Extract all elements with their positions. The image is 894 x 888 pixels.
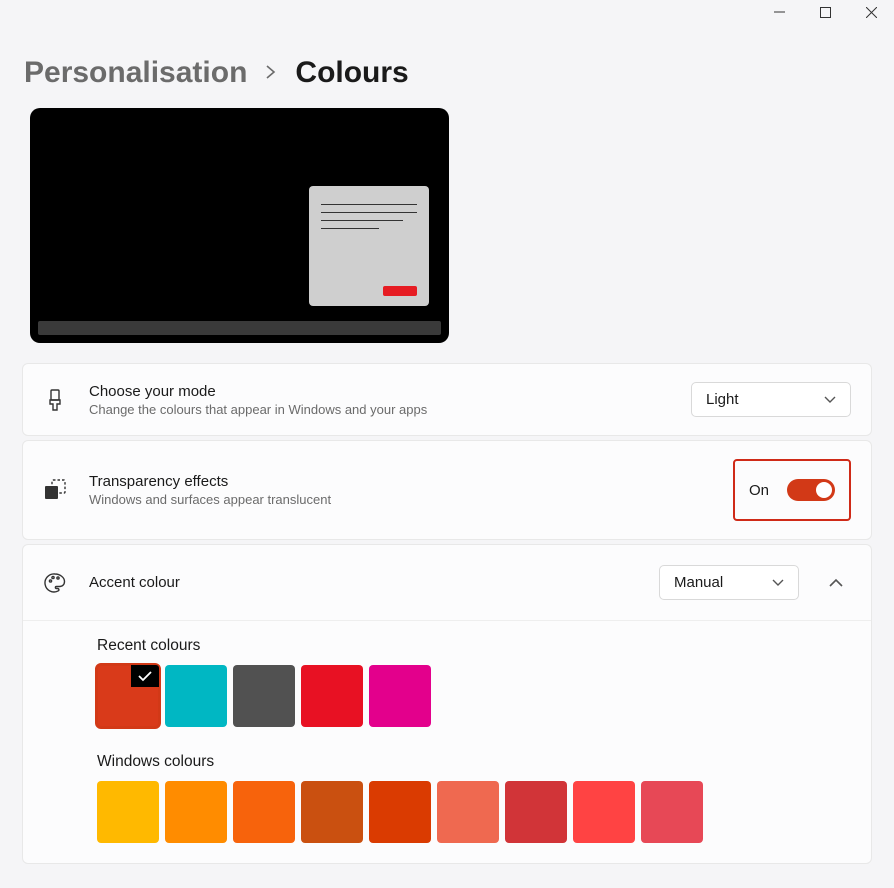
collapse-button[interactable] xyxy=(821,578,851,587)
recent-colour-swatch[interactable] xyxy=(233,665,295,727)
accent-mode-dropdown[interactable]: Manual xyxy=(659,565,799,600)
maximize-button[interactable] xyxy=(802,0,848,24)
preview-taskbar xyxy=(38,321,441,335)
mode-selected: Light xyxy=(706,391,739,408)
transparency-state-label: On xyxy=(749,482,769,499)
checkmark-icon xyxy=(131,665,159,687)
windows-colour-swatch[interactable] xyxy=(165,781,227,843)
window-titlebar xyxy=(0,0,894,32)
preview-accent-dot xyxy=(383,286,417,296)
windows-colour-swatch[interactable] xyxy=(505,781,567,843)
recent-colour-swatch[interactable] xyxy=(97,665,159,727)
windows-colour-swatch[interactable] xyxy=(573,781,635,843)
brush-icon xyxy=(43,388,67,412)
windows-colour-swatch[interactable] xyxy=(369,781,431,843)
breadcrumb-parent[interactable]: Personalisation xyxy=(24,56,247,90)
recent-colours-label: Recent colours xyxy=(97,637,851,655)
mode-card: Choose your mode Change the colours that… xyxy=(22,363,872,436)
windows-colour-swatch[interactable] xyxy=(437,781,499,843)
transparency-subtitle: Windows and surfaces appear translucent xyxy=(89,492,711,507)
chevron-right-icon xyxy=(265,63,277,84)
recent-colour-swatch[interactable] xyxy=(301,665,363,727)
transparency-icon xyxy=(43,478,67,502)
transparency-title: Transparency effects xyxy=(89,473,711,490)
minimize-button[interactable] xyxy=(756,0,802,24)
accent-card: Accent colour Manual Recent colours Wind… xyxy=(22,544,872,864)
mode-subtitle: Change the colours that appear in Window… xyxy=(89,402,669,417)
recent-colour-swatch[interactable] xyxy=(369,665,431,727)
chevron-down-icon xyxy=(824,391,836,408)
accent-mode-selected: Manual xyxy=(674,574,723,591)
accent-title: Accent colour xyxy=(89,574,637,591)
preview-window xyxy=(309,186,429,306)
close-button[interactable] xyxy=(848,0,894,24)
transparency-card: Transparency effects Windows and surface… xyxy=(22,440,872,540)
palette-icon xyxy=(43,571,67,595)
windows-colour-swatch[interactable] xyxy=(97,781,159,843)
breadcrumb: Personalisation Colours xyxy=(0,32,894,108)
recent-colours-row xyxy=(97,665,851,727)
page-title: Colours xyxy=(295,56,408,90)
chevron-down-icon xyxy=(772,574,784,591)
windows-colour-swatch[interactable] xyxy=(641,781,703,843)
windows-colour-swatch[interactable] xyxy=(301,781,363,843)
transparency-toggle[interactable] xyxy=(787,479,835,501)
mode-dropdown[interactable]: Light xyxy=(691,382,851,417)
windows-colour-swatch[interactable] xyxy=(233,781,295,843)
desktop-preview xyxy=(30,108,449,343)
windows-colours-row xyxy=(97,781,851,843)
mode-title: Choose your mode xyxy=(89,383,669,400)
recent-colour-swatch[interactable] xyxy=(165,665,227,727)
windows-colours-label: Windows colours xyxy=(97,753,851,771)
transparency-highlight: On xyxy=(733,459,851,521)
